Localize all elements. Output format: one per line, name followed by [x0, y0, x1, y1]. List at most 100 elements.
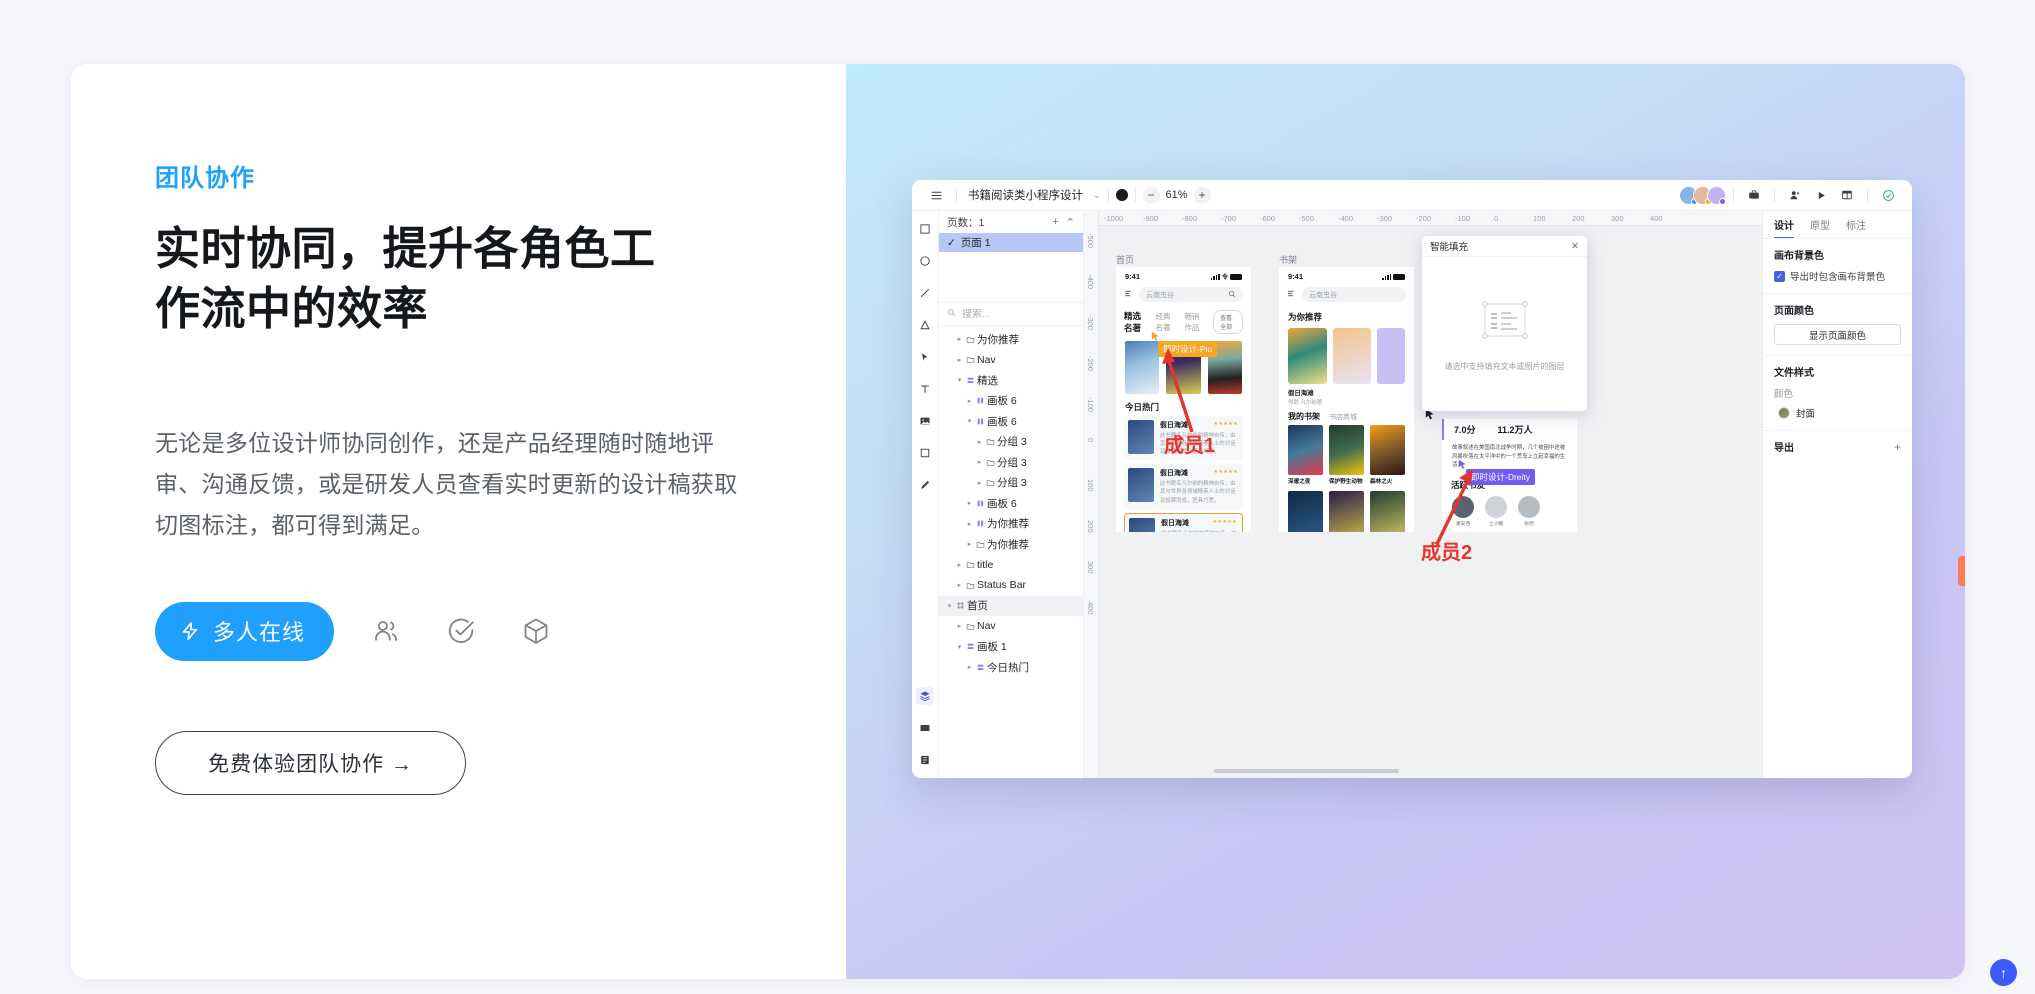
tree-toggle-icon[interactable]: ▾	[965, 417, 974, 425]
tree-toggle-icon[interactable]: ▾	[945, 602, 954, 610]
book-list-item-selected[interactable]: 假日海滩 此书题名凡尔纳的精神自传，由其与世界各领域精英人士的对话及投票而成，匠…	[1124, 513, 1243, 532]
layers-icon[interactable]	[916, 687, 934, 705]
tree-toggle-icon[interactable]: ▸	[965, 540, 974, 548]
artboard-label[interactable]: 书架	[1279, 253, 1297, 266]
shelf-card[interactable]	[1370, 491, 1405, 532]
tab-my-shelf[interactable]: 我的书架	[1288, 411, 1320, 422]
image-tool-icon[interactable]	[916, 412, 934, 430]
tree-toggle-icon[interactable]: ▸	[965, 520, 974, 528]
add-page-icon[interactable]: +	[1052, 216, 1058, 228]
featured-book[interactable]	[1288, 328, 1327, 384]
book-list-item[interactable]: 假日海滩 此书题名凡尔纳的精神自传，由其与世界各领域精英人士的对话及投票而成，匠…	[1124, 464, 1243, 508]
components-icon[interactable]	[916, 719, 934, 737]
tab-bestseller[interactable]: 畅销作品	[1184, 311, 1204, 333]
tree-toggle-icon[interactable]: ▾	[955, 376, 964, 384]
layer-tree-item[interactable]: ▸画板 6	[939, 391, 1083, 412]
page-list-item[interactable]: ✓ 页面 1	[939, 233, 1083, 252]
menu-icon[interactable]	[1287, 289, 1296, 301]
tree-toggle-icon[interactable]: ▸	[975, 479, 984, 487]
layer-tree-item[interactable]: ▸Status Bar	[939, 575, 1083, 596]
layer-tree-item[interactable]: ▾画板 1	[939, 637, 1083, 658]
edge-tab-handle[interactable]	[1958, 556, 1965, 586]
document-title[interactable]: 书籍阅读类小程序设计	[964, 187, 1087, 203]
zoom-value[interactable]: 61%	[1160, 189, 1194, 201]
style-item-cover[interactable]: 封面	[1774, 406, 1901, 420]
add-export-icon[interactable]: +	[1894, 440, 1901, 454]
tree-toggle-icon[interactable]: ▸	[955, 561, 964, 569]
users-icon[interactable]	[363, 608, 409, 654]
friend-item[interactable]: 土小糖	[1485, 496, 1507, 527]
layout-icon[interactable]	[1834, 189, 1860, 201]
layer-tree-item[interactable]: ▾精选	[939, 370, 1083, 391]
show-page-color-button[interactable]: 显示页面颜色	[1774, 324, 1901, 345]
assets-icon[interactable]	[916, 751, 934, 769]
check-circle-icon[interactable]	[1875, 189, 1901, 202]
phone-mockup-shelf[interactable]: 9:41 云南虫谷 为你推荐	[1279, 267, 1414, 532]
tab-featured[interactable]: 精选名著	[1124, 310, 1146, 334]
tab-classic[interactable]: 经典名著	[1155, 311, 1175, 333]
tab-prototype[interactable]: 原型	[1810, 217, 1830, 238]
layer-tree-item[interactable]: ▸画板 6	[939, 493, 1083, 514]
polygon-tool-icon[interactable]	[916, 316, 934, 334]
avatar[interactable]	[1707, 186, 1726, 205]
play-icon[interactable]	[1808, 190, 1834, 201]
book-cover[interactable]	[1125, 341, 1159, 394]
shelf-card[interactable]: 森林之火	[1370, 425, 1405, 485]
shelf-card[interactable]: 深邃之夜	[1288, 425, 1323, 485]
rect-tool-icon[interactable]	[916, 220, 934, 238]
multi-user-online-button[interactable]: 多人在线	[155, 602, 334, 661]
tree-toggle-icon[interactable]: ▸	[955, 356, 964, 364]
view-all-button[interactable]: 查看全部	[1213, 310, 1243, 334]
layer-tree-item[interactable]: ▾画板 6	[939, 411, 1083, 432]
brush-tool-icon[interactable]	[916, 476, 934, 494]
check-circle-icon[interactable]	[438, 608, 484, 654]
layer-tree-item[interactable]: ▸Nav	[939, 616, 1083, 637]
layer-tree-item[interactable]: ▸title	[939, 555, 1083, 576]
tree-toggle-icon[interactable]: ▸	[955, 622, 964, 630]
free-trial-button[interactable]: 免费体验团队协作 →	[155, 731, 466, 795]
tree-toggle-icon[interactable]: ▸	[965, 663, 974, 671]
canvas-horizontal-scrollbar[interactable]	[1214, 769, 1399, 773]
tree-toggle-icon[interactable]: ▸	[955, 581, 964, 589]
layer-tree-item[interactable]: ▸分组 3	[939, 432, 1083, 453]
tree-toggle-icon[interactable]: ▸	[975, 438, 984, 446]
layer-tree-item[interactable]: ▸分组 3	[939, 473, 1083, 494]
zoom-out-button[interactable]: −	[1143, 187, 1160, 204]
featured-book[interactable]	[1377, 328, 1405, 384]
include-background-checkbox[interactable]: ✓ 导出时包含画布背景色	[1774, 269, 1901, 283]
briefcase-icon[interactable]	[1741, 189, 1767, 201]
layer-tree-item[interactable]: ▸Nav	[939, 350, 1083, 371]
phone-search-field[interactable]: 云南虫谷	[1139, 287, 1243, 302]
layer-tree-item[interactable]: ▸分组 3	[939, 452, 1083, 473]
tab-store[interactable]: 书店商城	[1329, 412, 1357, 422]
layer-tree-item[interactable]: ▸今日热门	[939, 657, 1083, 678]
ellipse-tool-icon[interactable]	[916, 252, 934, 270]
zoom-in-button[interactable]: +	[1194, 187, 1211, 204]
featured-book[interactable]	[1333, 328, 1372, 384]
hamburger-icon[interactable]	[923, 189, 949, 202]
layer-tree-item[interactable]: ▾首页	[939, 596, 1083, 617]
close-icon[interactable]: ✕	[1571, 241, 1579, 252]
layer-tree-item[interactable]: ▸为你推荐	[939, 329, 1083, 350]
collapse-pages-icon[interactable]: ⌃	[1066, 216, 1075, 229]
design-canvas[interactable]: -1000-900-800-700-600-500-400-300-200-10…	[1084, 211, 1762, 778]
tree-toggle-icon[interactable]: ▸	[975, 458, 984, 466]
tree-toggle-icon[interactable]: ▸	[965, 397, 974, 405]
tree-toggle-icon[interactable]: ▸	[955, 335, 964, 343]
artboard-label[interactable]: 首页	[1116, 253, 1134, 266]
shelf-card[interactable]: 保护野生动物	[1329, 425, 1364, 485]
frame-tool-icon[interactable]	[916, 444, 934, 462]
layer-tree-item[interactable]: ▸为你推荐	[939, 514, 1083, 535]
pen-tool-icon[interactable]	[916, 348, 934, 366]
search-input[interactable]	[962, 309, 1094, 320]
chevron-down-icon[interactable]: ⌄	[1093, 190, 1101, 201]
menu-icon[interactable]	[1124, 289, 1133, 301]
tree-toggle-icon[interactable]: ▸	[965, 499, 974, 507]
shelf-card[interactable]	[1288, 491, 1323, 532]
cube-icon[interactable]	[513, 608, 559, 654]
friend-item[interactable]: 张然	[1518, 496, 1540, 527]
back-to-top-button[interactable]: ↑	[1990, 959, 2017, 986]
layer-tree-item[interactable]: ▸为你推荐	[939, 534, 1083, 555]
shelf-card[interactable]	[1329, 491, 1364, 532]
phone-search-field[interactable]: 云南虫谷	[1302, 287, 1406, 302]
